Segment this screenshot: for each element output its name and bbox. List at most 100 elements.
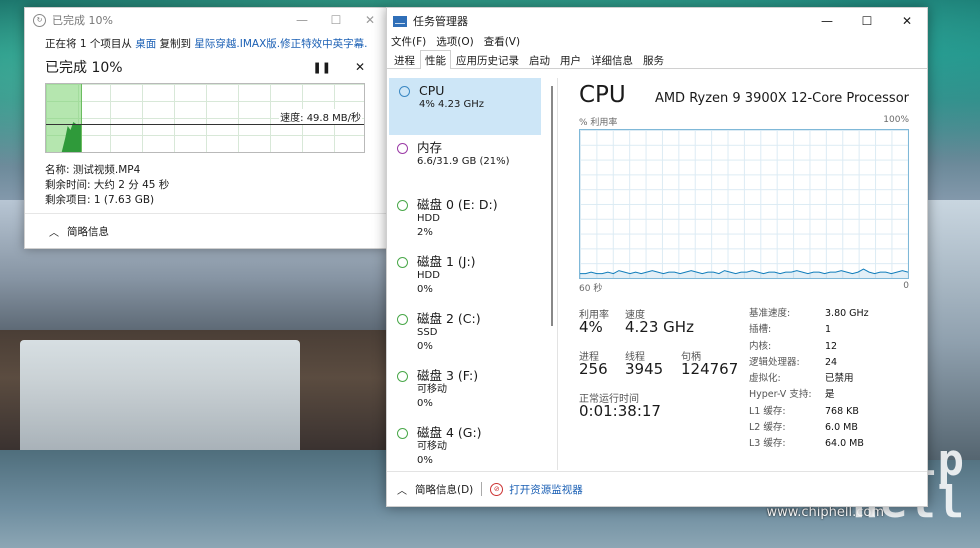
pause-icon[interactable]: ❚❚ [313, 61, 331, 74]
menu-item-1[interactable]: 选项(O) [436, 34, 473, 50]
resource-name: 磁盘 4 (G:) [417, 425, 482, 440]
graph-x-start: 60 秒 [579, 284, 603, 294]
spec-row: 内核: 12 [749, 339, 919, 355]
chevron-up-icon: ︿ [49, 227, 59, 239]
resource-monitor-icon[interactable]: ⊘ [490, 482, 504, 496]
processes-value: 256 [579, 360, 608, 378]
tab-5[interactable]: 详细信息 [586, 50, 638, 68]
spec-key: Hyper-V 支持: [749, 389, 812, 401]
spec-row: 基准速度: 3.80 GHz [749, 306, 919, 322]
graph-x-end: 0 [903, 281, 909, 291]
items-remaining: 剩余项目: 1 (7.63 GB) [45, 194, 155, 206]
resource-name: 内存 [417, 140, 443, 155]
destination-link[interactable]: 星际穿越.IMAX版.修正特效中英字幕.Int... [194, 38, 367, 50]
close-icon[interactable]: ✕ [353, 13, 387, 27]
spec-value: 6.0 MB [825, 422, 858, 434]
file-name: 名称: 测试视频.MP4 [45, 164, 141, 176]
resource-item-0[interactable]: CPU 4% 4.23 GHz [389, 78, 541, 135]
spec-row: 虚拟化: 已禁用 [749, 371, 919, 387]
spec-value: 24 [825, 356, 838, 368]
copy-window-title: 已完成 10% [52, 14, 113, 27]
resource-item-6[interactable]: 磁盘 4 (G:) 可移动 0% [387, 420, 553, 471]
copy-description: 正在将 1 个项目从 桌面 复制到 星际穿越.IMAX版.修正特效中英字幕.In… [45, 36, 367, 51]
source-link[interactable]: 桌面 [135, 38, 156, 50]
tab-3[interactable]: 启动 [524, 50, 555, 68]
graph-y-label: % 利用率 [579, 118, 618, 128]
maximize-icon[interactable]: ☐ [319, 13, 353, 27]
tab-bar: 进程 性能 应用历史记录 启动 用户 详细信息 服务 [387, 50, 927, 69]
handles-value: 124767 [681, 360, 739, 378]
threads-value: 3945 [625, 360, 664, 378]
spec-row: L3 缓存: 64.0 MB [749, 436, 919, 452]
copy-speed-graph: 速度: 49.8 MB/秒 [45, 83, 365, 153]
resource-item-4[interactable]: 磁盘 2 (C:) SSD 0% [387, 306, 553, 363]
tm-titlebar[interactable]: 任务管理器 — ☐ ✕ [387, 8, 927, 34]
minimize-icon[interactable]: — [285, 13, 319, 27]
resource-line1: SSD [417, 327, 438, 338]
tab-6[interactable]: 服务 [638, 50, 669, 68]
resource-line2: 0% [417, 284, 433, 295]
resource-item-1[interactable]: 内存 6.6/31.9 GB (21%) [387, 135, 553, 192]
tm-footer: ︿ 简略信息(D) ⊘ 打开资源监视器 [387, 471, 927, 506]
tab-4[interactable]: 用户 [555, 50, 586, 68]
time-remaining: 剩余时间: 大约 2 分 45 秒 [45, 179, 170, 191]
resource-name: 磁盘 2 (C:) [417, 311, 481, 326]
resource-line1: 6.6/31.9 GB (21%) [417, 156, 510, 167]
resource-line2: 0% [417, 398, 433, 409]
cpu-detail-pane: CPU AMD Ryzen 9 3900X 12-Core Processor … [579, 78, 909, 471]
tab-1[interactable]: 性能 [420, 50, 451, 69]
cancel-copy-icon[interactable]: ✕ [355, 60, 365, 74]
resource-name: 磁盘 0 (E: D:) [417, 197, 498, 212]
pane-divider [557, 78, 558, 470]
footer-separator [481, 482, 483, 496]
spec-key: 虚拟化: [749, 373, 781, 385]
spec-row: L2 缓存: 6.0 MB [749, 420, 919, 436]
graph-y-max: 100% [883, 115, 909, 125]
menu-bar: 文件(F) 选项(O) 查看(V) [387, 34, 927, 50]
spec-value: 768 KB [825, 405, 859, 417]
fewer-details-link[interactable]: 简略信息(D) [415, 482, 473, 497]
waterfall [20, 340, 300, 460]
menu-item-2[interactable]: 查看(V) [484, 34, 520, 50]
spec-value: 1 [825, 324, 832, 336]
utilization-value: 4% [579, 318, 603, 336]
spec-row: 逻辑处理器: 24 [749, 355, 919, 371]
resource-line1: 可移动 [417, 384, 447, 395]
resource-item-2[interactable]: 磁盘 0 (E: D:) HDD 2% [387, 192, 553, 249]
maximize-icon[interactable]: ☐ [847, 14, 887, 28]
resource-item-3[interactable]: 磁盘 1 (J:) HDD 0% [387, 249, 553, 306]
spec-key: 基准速度: [749, 308, 791, 319]
tm-window-title: 任务管理器 [413, 15, 468, 28]
resource-line1: 4% 4.23 GHz [419, 99, 485, 110]
tab-0[interactable]: 进程 [389, 50, 420, 68]
minimize-icon[interactable]: — [807, 14, 847, 28]
chevron-up-icon[interactable]: ︿ [397, 482, 407, 497]
copy-progress-window: ↻ 已完成 10% — ☐ ✕ 正在将 1 个项目从 桌面 复制到 星际穿越.I… [24, 7, 388, 249]
tab-2[interactable]: 应用历史记录 [451, 50, 524, 68]
close-icon[interactable]: ✕ [887, 14, 927, 28]
copy-status: 已完成 10% [45, 60, 123, 76]
menu-item-0[interactable]: 文件(F) [391, 34, 426, 50]
fewer-details-toggle[interactable]: ︿ 简略信息 [25, 213, 387, 248]
spec-key: 内核: [749, 340, 772, 352]
cpu-utilization-graph [579, 129, 909, 279]
spec-key: 插槽: [749, 324, 772, 336]
resource-graph-icon [397, 371, 408, 382]
copy-titlebar[interactable]: ↻ 已完成 10% — ☐ ✕ [25, 8, 387, 32]
spec-key: L3 缓存: [749, 438, 786, 450]
resource-item-5[interactable]: 磁盘 3 (F:) 可移动 0% [387, 363, 553, 420]
open-resource-monitor-link[interactable]: 打开资源监视器 [509, 482, 583, 497]
resource-name: 磁盘 3 (F:) [417, 368, 479, 383]
copy-app-icon: ↻ [33, 13, 46, 27]
spec-key: L2 缓存: [749, 422, 786, 434]
resource-graph-icon [397, 428, 408, 439]
processor-name: AMD Ryzen 9 3900X 12-Core Processor [654, 91, 909, 106]
copy-details: 名称: 测试视频.MP4 剩余时间: 大约 2 分 45 秒 剩余项目: 1 (… [45, 163, 367, 208]
resource-list-scrollbar[interactable] [551, 86, 553, 326]
resource-line2: 0% [417, 455, 433, 466]
uptime-value: 0:01:38:17 [579, 402, 661, 420]
resource-name: CPU [419, 83, 445, 98]
spec-value: 已禁用 [825, 373, 854, 385]
spec-value: 3.80 GHz [825, 308, 869, 319]
spec-key: 逻辑处理器: [749, 356, 800, 368]
